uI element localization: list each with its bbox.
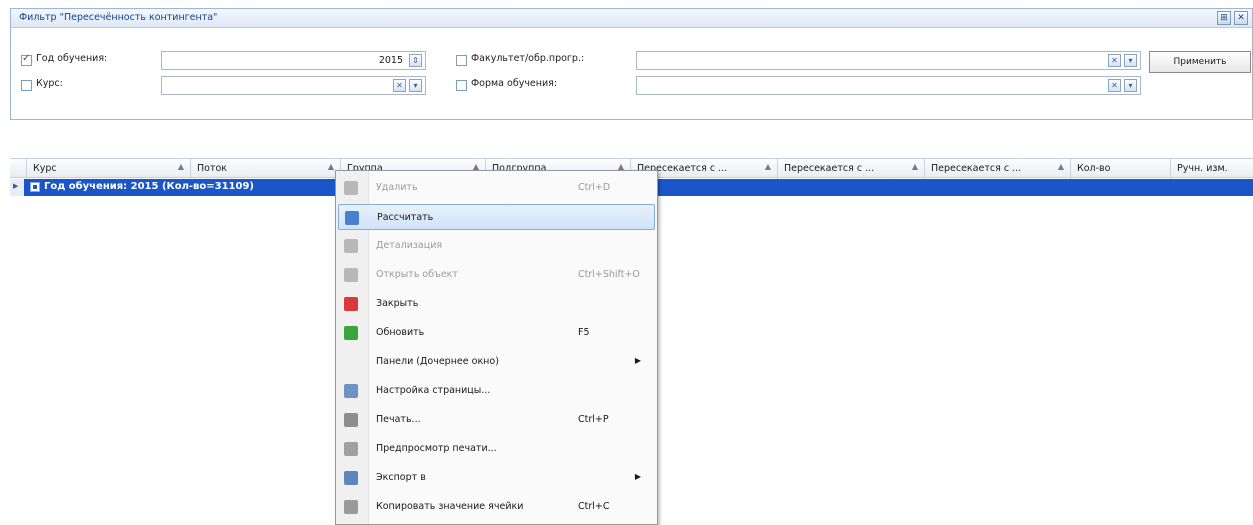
faculty-clear-icon[interactable]: ✕ xyxy=(1108,54,1121,67)
course-field[interactable]: ✕ ▾ xyxy=(161,76,426,95)
col-manual-edit[interactable]: Ручн. изм. xyxy=(1170,159,1253,179)
context-menu: Удалить Ctrl+D Рассчитать Детализация Открыт… xyxy=(335,170,658,525)
menu-item[interactable]: Панели (Дочернее окно) ▶ xyxy=(338,349,655,375)
menu-item[interactable]: Копировать значение ячейки Ctrl+C xyxy=(338,494,655,520)
menu-item-shortcut: Ctrl+Shift+O xyxy=(578,269,640,280)
col-stream[interactable]: Поток ▲ xyxy=(190,159,340,179)
print-preview-icon xyxy=(344,442,358,456)
sort-asc-icon: ▲ xyxy=(911,162,918,171)
course-clear-icon[interactable]: ✕ xyxy=(393,79,406,92)
col-intersects-3[interactable]: Пересекается с ... ▲ xyxy=(924,159,1070,179)
faculty-label: Факультет/обр.прогр.: xyxy=(471,53,585,64)
page-setup-icon xyxy=(344,384,358,398)
menu-item-label: Удалить xyxy=(376,182,418,193)
menu-item[interactable]: Предпросмотр печати... xyxy=(338,436,655,462)
faculty-dropdown-icon[interactable]: ▾ xyxy=(1124,54,1137,67)
course-checkbox[interactable] xyxy=(21,80,32,91)
group-row-label: Год обучения: 2015 (Кол-во=31109) xyxy=(44,181,254,192)
menu-item-shortcut: Ctrl+C xyxy=(578,501,610,512)
menu-item-label: Детализация xyxy=(376,240,443,251)
menu-item-label: Предпросмотр печати... xyxy=(376,443,497,454)
faculty-checkbox[interactable] xyxy=(456,55,467,66)
col-count[interactable]: Кол-во xyxy=(1070,159,1170,179)
course-dropdown-icon[interactable]: ▾ xyxy=(409,79,422,92)
col-intersects-2[interactable]: Пересекается с ... ▲ xyxy=(777,159,924,179)
year-label: Год обучения: xyxy=(36,53,108,64)
sort-asc-icon: ▲ xyxy=(177,162,184,171)
row-indicator-icon xyxy=(10,179,24,196)
close-icon xyxy=(344,297,358,311)
year-field[interactable]: 2015 ⇕ xyxy=(161,51,426,70)
menu-item[interactable]: Печать... Ctrl+P xyxy=(338,407,655,433)
form-label: Форма обучения: xyxy=(471,78,558,89)
year-spin-icon[interactable]: ⇕ xyxy=(409,54,422,67)
export-icon xyxy=(344,471,358,485)
apply-button[interactable]: Применить xyxy=(1149,51,1251,73)
delete-icon xyxy=(344,181,358,195)
menu-item-label: Экспорт в xyxy=(376,472,426,483)
form-clear-icon[interactable]: ✕ xyxy=(1108,79,1121,92)
menu-item-label: Панели (Дочернее окно) xyxy=(376,356,499,367)
submenu-arrow-icon: ▶ xyxy=(634,472,641,481)
form-dropdown-icon[interactable]: ▾ xyxy=(1124,79,1137,92)
print-icon xyxy=(344,413,358,427)
course-label: Курс: xyxy=(36,78,63,89)
menu-item-label: Обновить xyxy=(376,327,425,338)
menu-item[interactable]: Экспорт в ▶ xyxy=(338,465,655,491)
submenu-arrow-icon: ▶ xyxy=(634,356,641,365)
menu-item[interactable]: Настройка страницы... xyxy=(338,378,655,404)
close-panel-icon[interactable]: ✕ xyxy=(1234,11,1248,25)
sort-asc-icon: ▲ xyxy=(327,162,334,171)
filter-panel: Фильтр "Пересечённость контингента" ⊞ ✕ … xyxy=(10,8,1253,120)
filter-panel-title: Фильтр "Пересечённость контингента" xyxy=(19,12,218,23)
expand-icon[interactable] xyxy=(30,182,40,192)
copy-icon xyxy=(344,500,358,514)
col-course[interactable]: Курс ▲ xyxy=(26,159,190,179)
menu-item-label: Рассчитать xyxy=(377,212,434,223)
faculty-field[interactable]: ✕ ▾ xyxy=(636,51,1141,70)
menu-item-label: Открыть объект xyxy=(376,269,458,280)
sort-asc-icon: ▲ xyxy=(1057,162,1064,171)
menu-item: Открыть объект Ctrl+Shift+O xyxy=(338,262,655,288)
form-field[interactable]: ✕ ▾ xyxy=(636,76,1141,95)
pin-icon[interactable]: ⊞ xyxy=(1217,11,1231,25)
menu-item: Удалить Ctrl+D xyxy=(338,175,655,201)
menu-item-shortcut: Ctrl+P xyxy=(578,414,609,425)
calculate-icon xyxy=(345,211,359,225)
menu-item-label: Настройка страницы... xyxy=(376,385,491,396)
form-checkbox[interactable] xyxy=(456,80,467,91)
menu-item[interactable]: Рассчитать xyxy=(338,204,655,230)
open-object-icon xyxy=(344,268,358,282)
menu-item[interactable]: Обновить F5 xyxy=(338,320,655,346)
menu-item-label: Копировать значение ячейки xyxy=(376,501,524,512)
menu-item-label: Закрыть xyxy=(376,298,419,309)
menu-item: Детализация xyxy=(338,233,655,259)
refresh-icon xyxy=(344,326,358,340)
filter-panel-header: Фильтр "Пересечённость контингента" ⊞ ✕ xyxy=(11,9,1252,28)
year-checkbox[interactable] xyxy=(21,53,32,66)
menu-item-shortcut: F5 xyxy=(578,327,590,338)
sort-asc-icon: ▲ xyxy=(764,162,771,171)
menu-item-shortcut: Ctrl+D xyxy=(578,182,611,193)
menu-item-label: Печать... xyxy=(376,414,421,425)
details-icon xyxy=(344,239,358,253)
menu-item[interactable]: Закрыть xyxy=(338,291,655,317)
year-value: 2015 xyxy=(378,55,403,66)
